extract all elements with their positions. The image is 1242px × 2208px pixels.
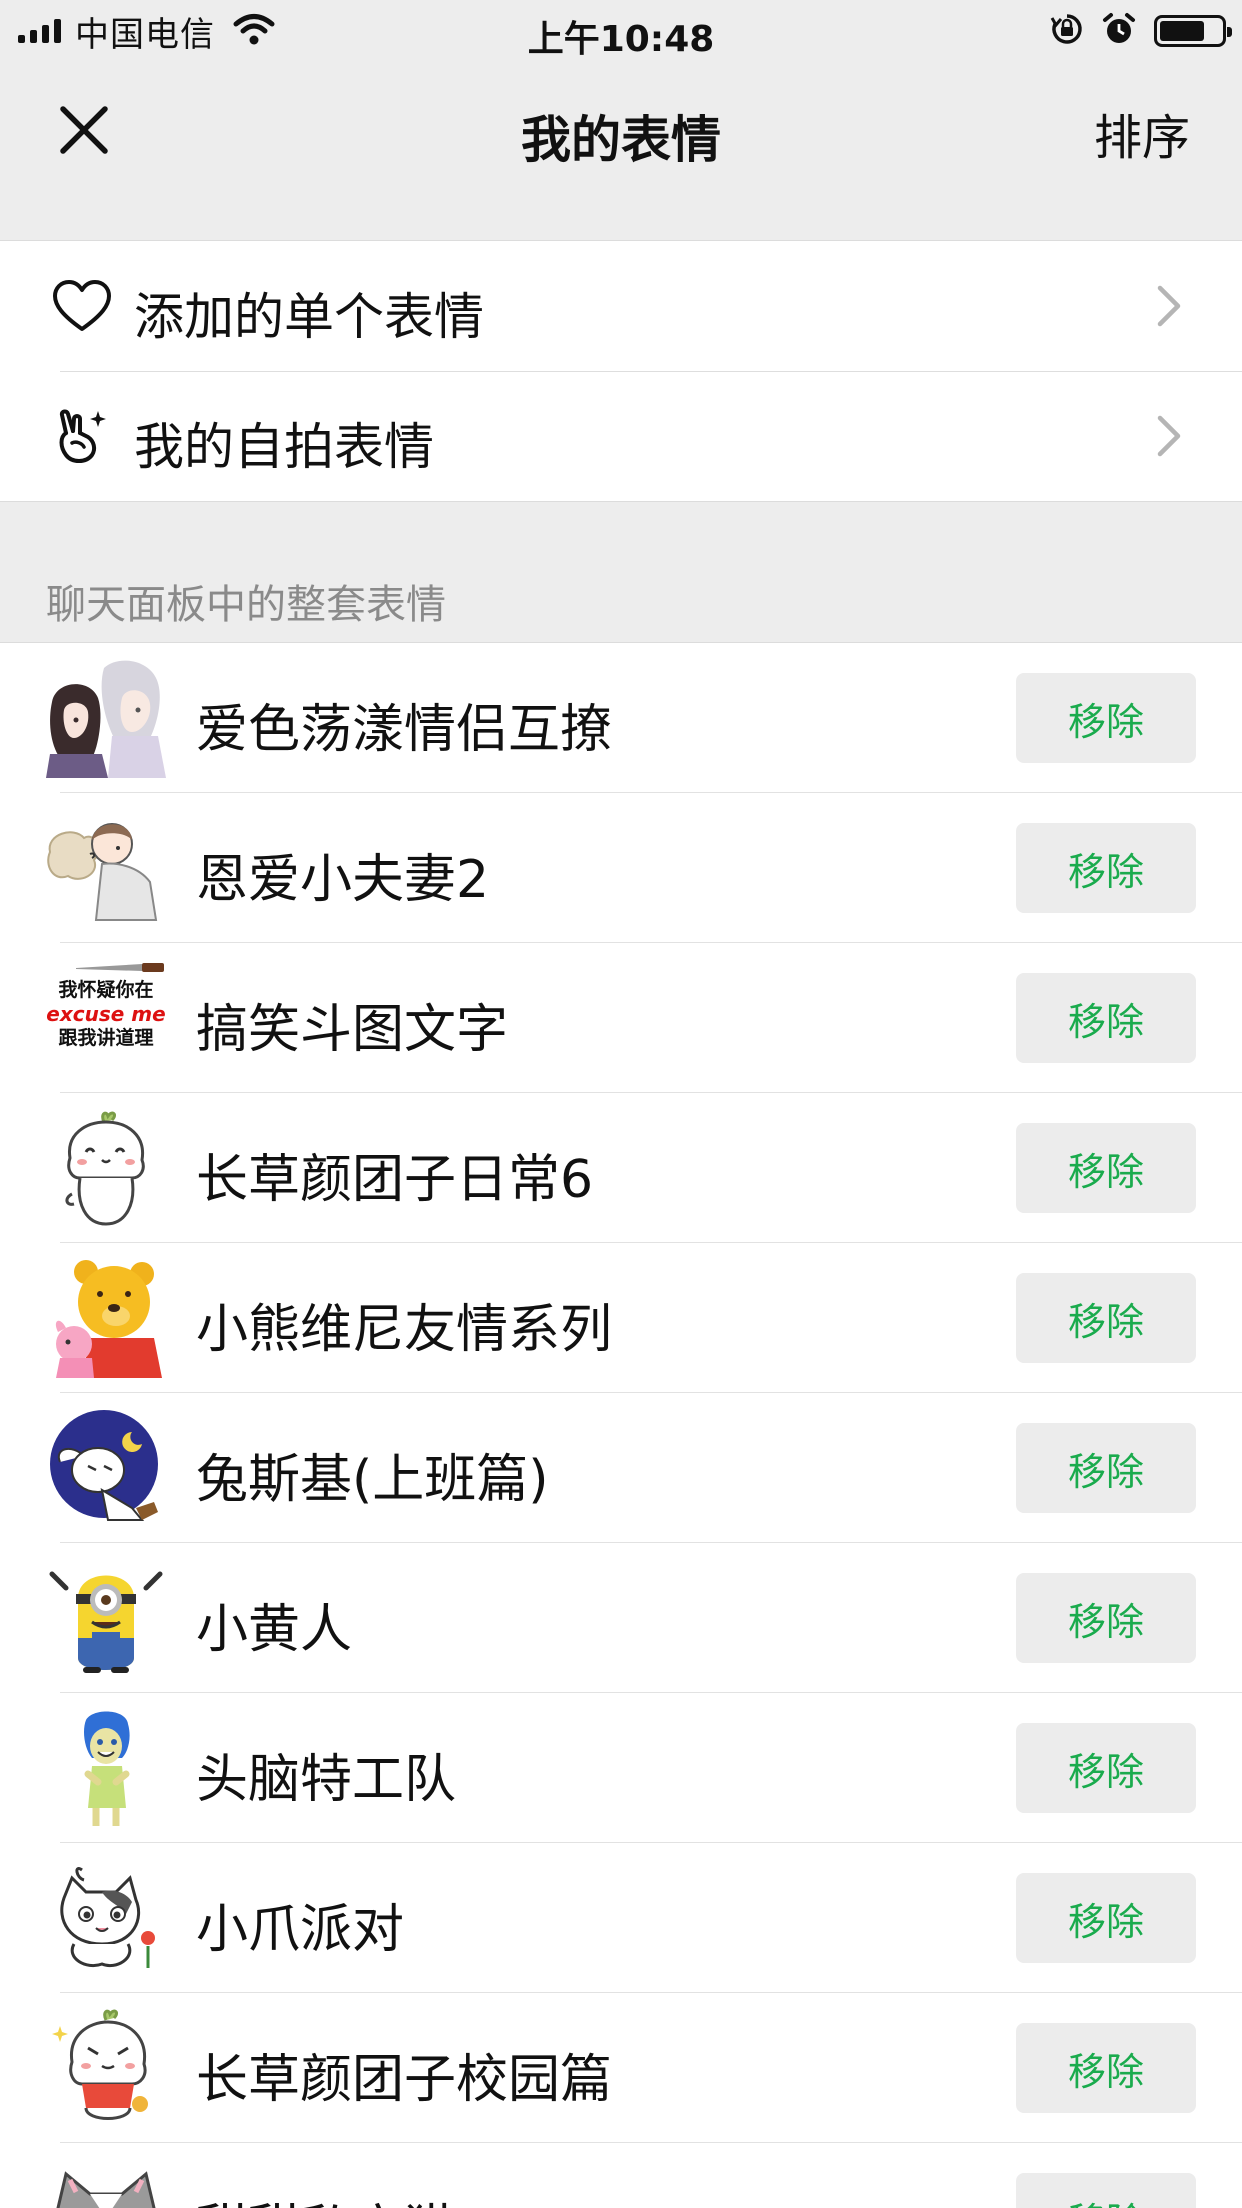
menu-item-single-stickers[interactable]: 添加的单个表情 [0,241,1242,371]
pack-name: 爱色荡漾情侣互撩 [196,700,613,760]
selfie-hand-icon [59,409,106,463]
remove-button[interactable]: 移除 [1016,1873,1196,1963]
pack-name: 小黄人 [196,1600,353,1660]
pack-name: 长草颜团子日常6 [196,1150,594,1210]
status-right [1050,12,1232,50]
list-item[interactable]: 爱色荡漾情侣互撩 移除 [0,643,1242,793]
remove-button[interactable]: 移除 [1016,1573,1196,1663]
dumpling-character-thumbnail [46,1108,166,1228]
status-bar: 中国电信 上午10:48 [0,0,1242,62]
list-item[interactable]: 小熊维尼友情系列 移除 [0,1243,1242,1393]
dumpling-character-thumbnail [46,2008,166,2128]
list-item[interactable]: 长草颜团子校园篇 移除 [0,1993,1242,2143]
remove-button[interactable]: 移除 [1016,823,1196,913]
sort-button[interactable]: 排序 [1094,98,1190,168]
pack-name: 小熊维尼友情系列 [196,1300,613,1360]
rotation-lock-icon [1050,12,1084,50]
anime-couple-thumbnail [46,658,166,778]
joy-character-thumbnail [46,1708,166,1828]
section-header: 聊天面板中的整套表情 [46,582,446,628]
cat-character-thumbnail [46,2158,166,2208]
remove-button[interactable]: 移除 [1016,1123,1196,1213]
list-item[interactable]: 小爪派对 移除 [0,1843,1242,1993]
menu-item-selfie-stickers[interactable]: 我的自拍表情 [0,371,1242,501]
pack-name: 兔斯基(上班篇) [196,1450,549,1510]
chevron-right-icon [1157,415,1181,457]
remove-button[interactable]: 移除 [1016,2173,1196,2208]
list-item[interactable]: 恩爱小夫妻2 移除 [0,793,1242,943]
alarm-icon [1102,12,1136,50]
remove-button[interactable]: 移除 [1016,1273,1196,1363]
battery-icon [1154,15,1232,47]
menu-group: 添加的单个表情 我的自拍表情 [0,240,1242,502]
sticker-pack-list: 爱色荡漾情侣互撩 移除 恩爱小夫妻2 移除 我怀疑你在 excuse me 跟我… [0,642,1242,2208]
heart-icon [53,280,111,331]
remove-button[interactable]: 移除 [1016,1723,1196,1813]
nav-bar: 我的表情 排序 [0,62,1242,192]
pooh-bear-thumbnail [46,1258,166,1378]
cat-character-thumbnail [46,1858,166,1978]
remove-button[interactable]: 移除 [1016,973,1196,1063]
remove-button[interactable]: 移除 [1016,1423,1196,1513]
menu-item-label: 我的自拍表情 [134,418,434,476]
remove-button[interactable]: 移除 [1016,673,1196,763]
pack-name: 甜甜私房猫2 [196,2187,489,2208]
meme-text-line: 我怀疑你在 [58,979,154,1001]
meme-text-line: excuse me [46,1002,166,1026]
chevron-right-icon [1157,285,1181,327]
remove-button[interactable]: 移除 [1016,2023,1196,2113]
pack-name: 头脑特工队 [196,1750,457,1810]
kissing-couple-thumbnail [46,808,166,928]
meme-text-line: 跟我讲道理 [58,1027,154,1049]
list-item[interactable]: 长草颜团子日常6 移除 [0,1093,1242,1243]
pack-name: 小爪派对 [196,1900,405,1960]
text-meme-thumbnail: 我怀疑你在 excuse me 跟我讲道理 [46,958,166,1078]
list-item[interactable]: 头脑特工队 移除 [0,1693,1242,1843]
list-item[interactable]: 小黄人 移除 [0,1543,1242,1693]
pack-name: 恩爱小夫妻2 [196,850,490,910]
minion-thumbnail [46,1558,166,1678]
pack-name: 搞笑斗图文字 [196,1000,509,1060]
pack-name: 长草颜团子校园篇 [196,2050,613,2110]
list-item[interactable]: 兔斯基(上班篇) 移除 [0,1393,1242,1543]
screen: 中国电信 上午10:48 我的表情 排序 添加的单个表情 我的自拍表情 聊天面板… [0,0,1242,2208]
tuzki-rabbit-thumbnail [46,1408,166,1528]
list-item[interactable]: 甜甜私房猫2 移除 [0,2143,1242,2208]
list-item[interactable]: 我怀疑你在 excuse me 跟我讲道理 搞笑斗图文字 移除 [0,943,1242,1093]
menu-item-label: 添加的单个表情 [134,288,484,346]
knife-icon [76,963,164,972]
page-title: 我的表情 [521,111,721,169]
